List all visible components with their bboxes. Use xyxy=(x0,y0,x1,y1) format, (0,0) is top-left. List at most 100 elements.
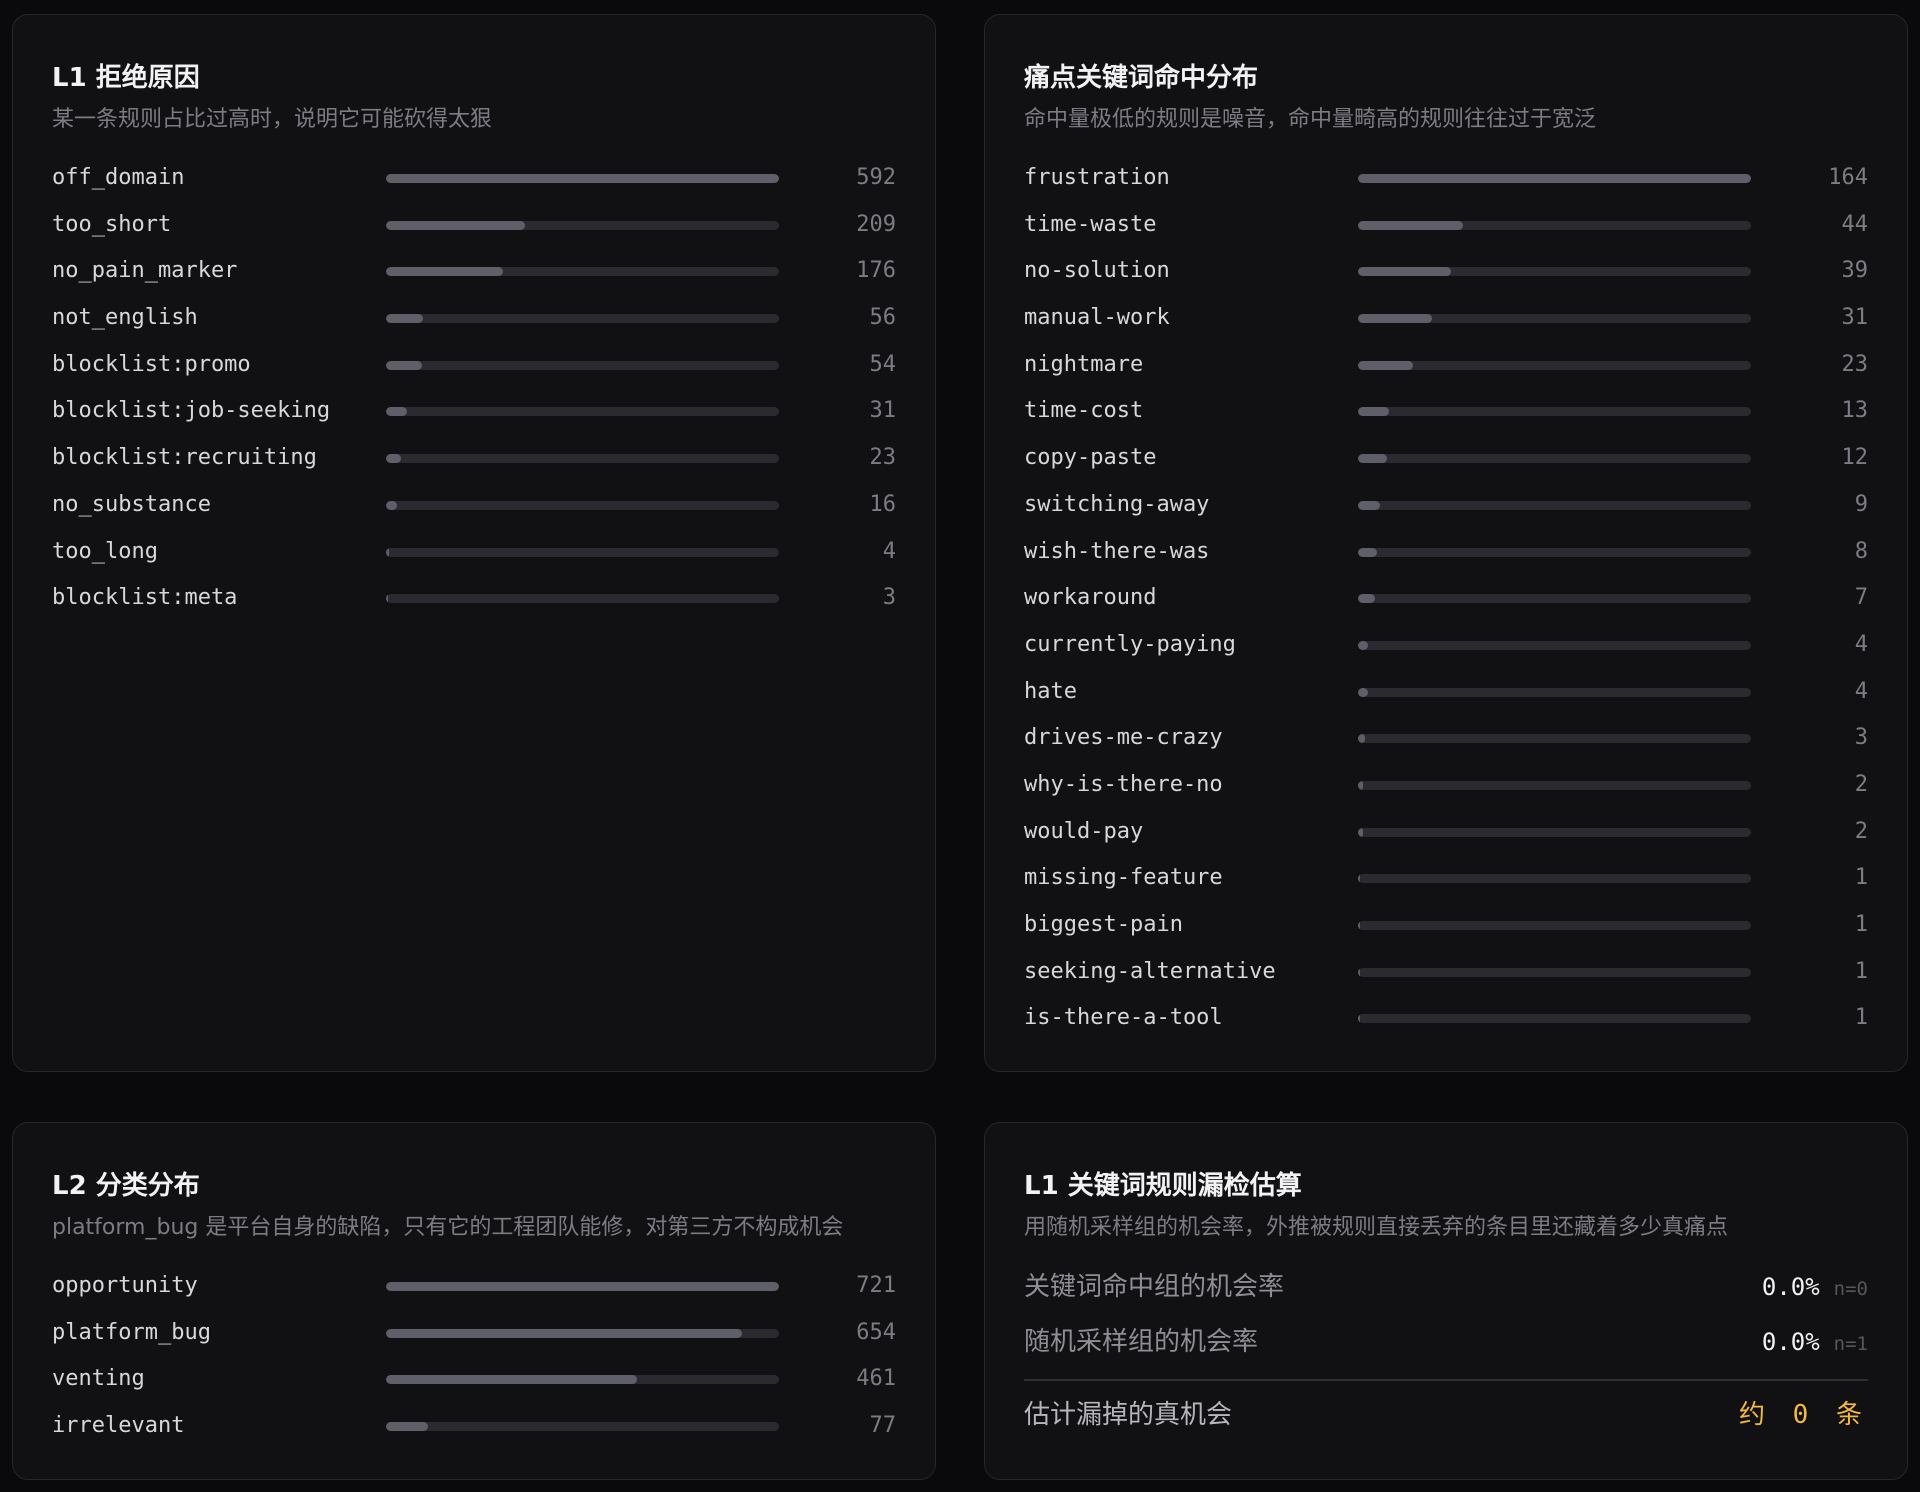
bar-fill xyxy=(1358,640,1368,650)
bar-row: too_long 4 xyxy=(52,537,896,584)
card-subtitle: 某一条规则占比过高时，说明它可能砍得太狠 xyxy=(52,107,493,132)
bar-row: drives-me-crazy 3 xyxy=(1024,723,1868,770)
bar-value: 164 xyxy=(1828,165,1868,190)
bar-track xyxy=(1358,267,1751,277)
bar-value: 12 xyxy=(1841,445,1869,471)
bar-track xyxy=(1358,314,1751,324)
keyword-group-rate-value: 0.0% xyxy=(1761,1273,1820,1301)
bar-value: 31 xyxy=(1841,305,1869,331)
bar-list: opportunity 721 platform_bug 654 venting 461 i… xyxy=(52,1271,896,1458)
bar-value: 9 xyxy=(1854,491,1868,517)
bar-track xyxy=(1358,500,1751,510)
bar-fill xyxy=(1358,594,1375,604)
bar-label: too_long xyxy=(52,538,158,564)
bar-label: time-cost xyxy=(1024,398,1144,424)
bar-row: missing-feature 1 xyxy=(1024,863,1868,910)
bar-fill xyxy=(386,594,388,604)
bar-label: blocklist:job-seeking xyxy=(52,398,331,424)
bar-value: 209 xyxy=(856,211,896,237)
bar-label: nightmare xyxy=(1024,351,1144,377)
bar-row: off_domain 592 xyxy=(52,163,896,210)
bar-value: 654 xyxy=(856,1319,896,1345)
bar-value: 23 xyxy=(869,445,897,471)
bar-value: 8 xyxy=(1854,538,1868,564)
bar-label: copy-paste xyxy=(1024,445,1157,471)
l2-category-card: L2 分类分布 platform_bug 是平台自身的缺陷，只有它的工程团队能修… xyxy=(12,1122,936,1480)
bar-row: copy-paste 12 xyxy=(1024,443,1868,490)
bar-row: venting 461 xyxy=(52,1364,896,1411)
bar-track xyxy=(1358,734,1751,744)
bar-label: wish-there-was xyxy=(1024,538,1210,564)
bar-track xyxy=(386,594,779,604)
bar-label: hate xyxy=(1024,678,1077,704)
bar-label: workaround xyxy=(1024,585,1157,611)
bar-label: off_domain xyxy=(52,165,185,190)
bar-fill xyxy=(1358,1014,1361,1024)
bar-label: too_short xyxy=(52,211,172,237)
bar-row: not_english 56 xyxy=(52,303,896,350)
bar-row: no_pain_marker 176 xyxy=(52,256,896,303)
bar-fill xyxy=(386,1422,428,1432)
bar-fill xyxy=(1358,687,1368,697)
random-group-sample-size: n=1 xyxy=(1833,1333,1868,1355)
bar-value: 44 xyxy=(1841,211,1869,237)
bar-value: 1 xyxy=(1854,1005,1868,1031)
bar-row: would-pay 2 xyxy=(1024,817,1868,864)
bar-fill xyxy=(386,220,525,230)
card-title: L1 关键词规则漏检估算 xyxy=(1024,1171,1302,1201)
bar-track xyxy=(1358,780,1751,790)
bar-row: too_short 209 xyxy=(52,210,896,257)
bar-label: time-waste xyxy=(1024,211,1157,237)
bar-row: blocklist:promo 54 xyxy=(52,350,896,397)
pain-keyword-card: 痛点关键词命中分布 命中量极低的规则是噪音，命中量畸高的规则往往过于宽泛 fru… xyxy=(984,14,1908,1072)
bar-value: 39 xyxy=(1841,258,1869,284)
bar-label: opportunity xyxy=(52,1273,198,1298)
bar-track xyxy=(1358,360,1751,370)
bar-track xyxy=(386,360,779,370)
bar-list: frustration 164 time-waste 44 no-solution 39 m… xyxy=(1024,163,1868,1050)
bar-label: switching-away xyxy=(1024,491,1210,517)
bar-track xyxy=(386,1422,779,1432)
keyword-group-rate-row: 关键词命中组的机会率 0.0% n=0 xyxy=(1024,1267,1868,1307)
bar-fill xyxy=(386,407,407,417)
bar-value: 1 xyxy=(1854,912,1868,937)
bar-fill xyxy=(386,1328,743,1338)
keyword-group-rate-label: 关键词命中组的机会率 xyxy=(1024,1272,1285,1302)
bar-fill xyxy=(386,454,402,464)
bar-track xyxy=(386,174,779,183)
bar-value: 1 xyxy=(1854,865,1868,891)
bar-track xyxy=(1358,1014,1751,1024)
l1-miss-estimate-card: L1 关键词规则漏检估算 用随机采样组的机会率，外推被规则直接丢弃的条目里还藏着… xyxy=(984,1122,1908,1480)
missed-opportunity-row: 估计漏掉的真机会 约 0 条 xyxy=(1024,1395,1868,1435)
bar-value: 1 xyxy=(1854,958,1868,984)
bar-label: currently-paying xyxy=(1024,631,1236,657)
bar-track xyxy=(1358,454,1751,464)
card-title: L1 拒绝原因 xyxy=(52,63,200,93)
bar-row: blocklist:recruiting 23 xyxy=(52,443,896,490)
bar-value: 77 xyxy=(869,1413,897,1439)
bar-row: switching-away 9 xyxy=(1024,490,1868,537)
bar-track xyxy=(386,220,779,230)
bar-fill xyxy=(1358,547,1378,557)
bar-value: 176 xyxy=(856,258,896,284)
card-subtitle: 命中量极低的规则是噪音，命中量畸高的规则往往过于宽泛 xyxy=(1024,107,1597,132)
bar-track xyxy=(386,454,779,464)
bar-label: biggest-pain xyxy=(1024,912,1183,937)
bar-track xyxy=(386,314,779,324)
bar-value: 2 xyxy=(1854,818,1868,844)
bar-row: frustration 164 xyxy=(1024,163,1868,210)
bar-row: wish-there-was 8 xyxy=(1024,537,1868,584)
bar-label: no_substance xyxy=(52,491,211,517)
missed-opportunity-label: 估计漏掉的真机会 xyxy=(1024,1400,1233,1430)
bar-track xyxy=(386,547,779,557)
missed-opportunity-value: 约 0 条 xyxy=(1739,1400,1868,1430)
bar-label: manual-work xyxy=(1024,305,1170,331)
bar-value: 16 xyxy=(869,491,897,517)
bar-track xyxy=(1358,174,1751,183)
bar-fill xyxy=(1358,174,1751,183)
bar-row: workaround 7 xyxy=(1024,583,1868,630)
bar-row: blocklist:meta 3 xyxy=(52,583,896,630)
bar-fill xyxy=(1358,220,1464,230)
bar-track xyxy=(1358,220,1751,230)
bar-value: 13 xyxy=(1841,398,1869,424)
